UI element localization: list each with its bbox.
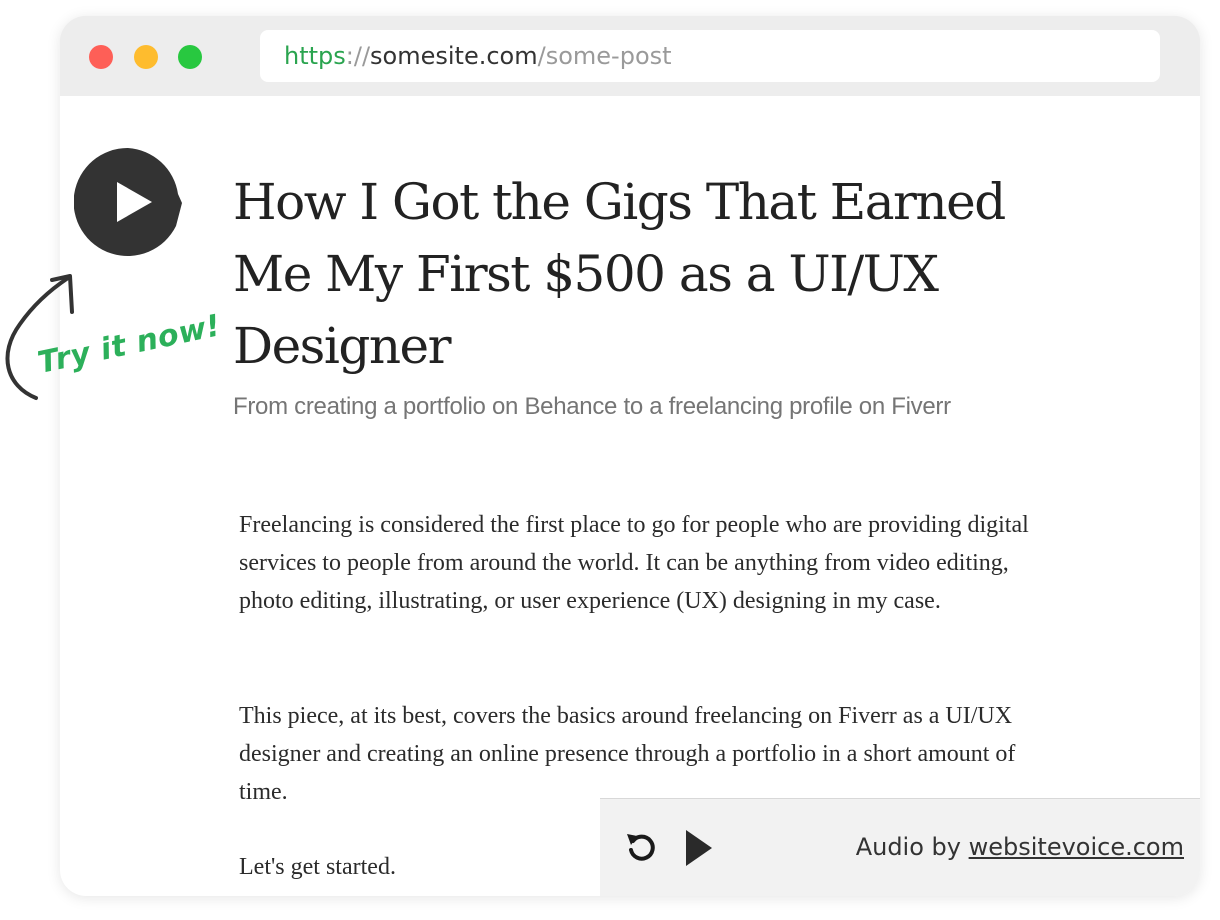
article-paragraph: This piece, at its best, covers the basi… <box>239 703 1016 805</box>
close-window-button[interactable] <box>89 45 113 69</box>
url-host: somesite.com <box>370 42 538 70</box>
listen-play-button[interactable] <box>74 148 182 256</box>
audio-player-bar: Audio by websitevoice.com <box>600 798 1200 896</box>
maximize-window-button[interactable] <box>178 45 202 69</box>
replay-icon[interactable] <box>624 830 658 864</box>
address-bar[interactable]: https://somesite.com/some-post <box>260 30 1160 82</box>
url-separator: :// <box>345 42 371 70</box>
article-title: How I Got the Gigs That Earned Me My Fir… <box>233 173 1006 375</box>
article-paragraph: Freelancing is considered the first plac… <box>239 512 1029 614</box>
article-subtitle: From creating a portfolio on Behance to … <box>233 393 951 420</box>
minimize-window-button[interactable] <box>134 45 158 69</box>
url-path: /some-post <box>537 42 672 70</box>
websitevoice-link[interactable]: websitevoice.com <box>969 833 1184 861</box>
play-icon[interactable] <box>684 828 714 868</box>
browser-titlebar: https://somesite.com/some-post <box>60 16 1200 96</box>
audio-credit: Audio by websitevoice.com <box>856 833 1184 861</box>
url-scheme: https <box>284 42 346 70</box>
audio-credit-prefix: Audio by <box>855 833 969 861</box>
